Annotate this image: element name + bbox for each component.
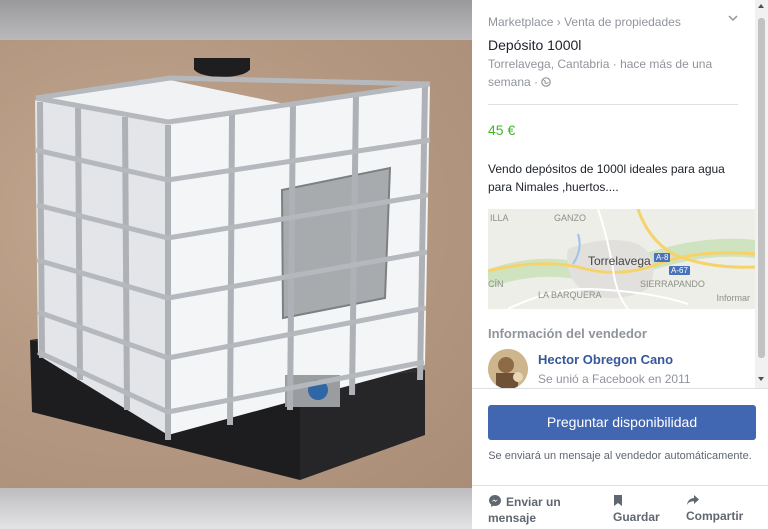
save-label: Guardar (613, 510, 660, 524)
seller-info-heading: Información del vendedor (488, 326, 647, 341)
map-city-label: Torrelavega (588, 254, 651, 268)
share-icon (687, 495, 699, 505)
breadcrumb-category-link[interactable]: Venta de propiedades (564, 15, 681, 29)
scroll-up-arrow[interactable] (758, 4, 764, 8)
messenger-icon (489, 495, 501, 507)
listing-details-panel: Marketplace › Venta de propiedades Depós… (472, 0, 768, 529)
map-road-shield: A-67 (669, 266, 690, 275)
breadcrumb-marketplace-link[interactable]: Marketplace (488, 15, 553, 29)
listing-price: 45 € (488, 122, 516, 138)
marketplace-listing-viewer: Marketplace › Venta de propiedades Depós… (0, 0, 768, 529)
divider (472, 388, 768, 389)
ibc-tank-image (30, 58, 431, 480)
scrollbar[interactable] (755, 0, 768, 388)
bookmark-icon (614, 495, 622, 506)
globe-icon (541, 77, 552, 87)
map-label: LA BARQUERA (538, 290, 602, 300)
listing-location: Torrelavega, Cantabria · hace más de una… (488, 55, 728, 91)
location-map[interactable]: ILLA GANZO CÍN LA BARQUERA SIERRAPANDO T… (488, 209, 756, 309)
scrollbar-thumb[interactable] (758, 18, 765, 358)
listing-title: Depósito 1000l (488, 37, 582, 53)
photo-blur-bottom (0, 488, 472, 529)
map-label: ILLA (490, 213, 509, 223)
send-message-button[interactable]: Enviar un mensaje (488, 494, 598, 526)
seller-photo (488, 349, 528, 388)
breadcrumb: Marketplace › Venta de propiedades (488, 15, 681, 29)
share-label: Compartir (686, 509, 744, 523)
save-button[interactable]: Guardar (613, 494, 660, 525)
divider (472, 485, 768, 486)
location-text: Torrelavega, Cantabria · hace más de una… (488, 57, 713, 89)
details-scroll-area[interactable]: Marketplace › Venta de propiedades Depós… (472, 0, 768, 388)
map-road-shield: A-8 (654, 253, 671, 262)
listing-photo[interactable] (0, 0, 472, 529)
chevron-down-icon[interactable] (727, 12, 739, 24)
seller-name-link[interactable]: Hector Obregon Cano (538, 352, 673, 367)
listing-description: Vendo depósitos de 1000l ideales para ag… (488, 162, 725, 194)
scroll-down-arrow[interactable] (758, 377, 764, 381)
auto-message-note: Se enviará un mensaje al vendedor automá… (488, 450, 752, 462)
photo-blur-top (0, 0, 472, 40)
divider (488, 104, 738, 105)
seller-joined: Se unió a Facebook en 2011 (538, 372, 691, 386)
map-report-link[interactable]: Informar (716, 293, 750, 303)
map-label: SIERRAPANDO (640, 279, 705, 289)
map-label: CÍN (488, 279, 504, 289)
breadcrumb-separator: › (556, 15, 561, 29)
avatar[interactable] (488, 349, 528, 388)
share-button[interactable]: Compartir (686, 494, 743, 524)
map-label: GANZO (554, 213, 587, 223)
ask-availability-button[interactable]: Preguntar disponibilidad (488, 405, 756, 440)
